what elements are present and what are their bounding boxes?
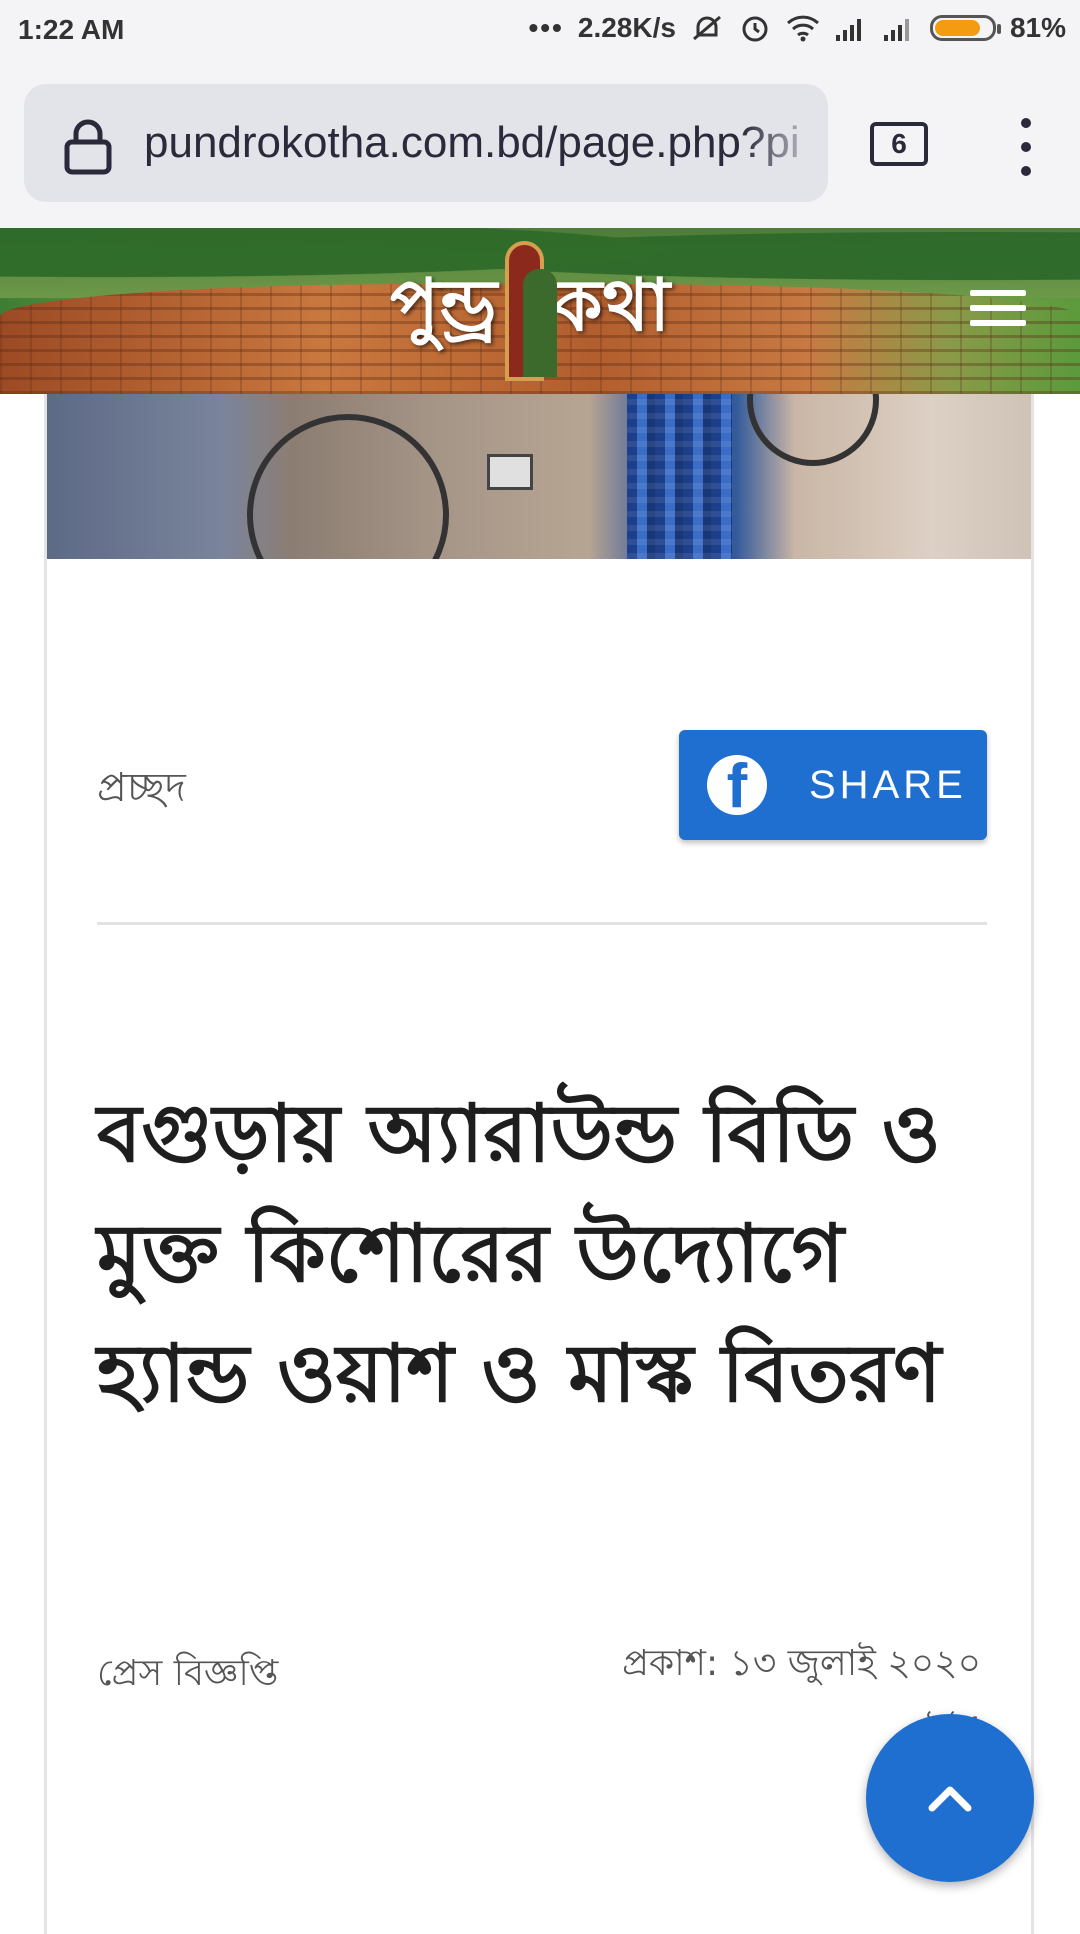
url-text[interactable]: pundrokotha.com.bd/page.php?pi — [144, 118, 824, 168]
status-time: 1:22 AM — [18, 14, 125, 45]
address-bar[interactable]: pundrokotha.com.bd/page.php?pi — [24, 84, 828, 202]
article-headline: বগুড়ায় অ্যারাউন্ড বিডি ও মুক্ত কিশোরের… — [97, 1087, 942, 1420]
dots-icon: ••• — [528, 12, 564, 43]
lock-icon — [64, 119, 112, 175]
mute-vibrate-icon — [692, 15, 721, 41]
status-bar: 1:22 AM ••• 2.28K/s 81% — [0, 0, 1080, 62]
facebook-icon: f — [707, 755, 767, 815]
logo-text-left: পুন্ড্র — [390, 262, 498, 347]
share-label: SHARE — [809, 762, 967, 807]
site-logo[interactable]: পুন্ড্র কথা — [390, 236, 670, 386]
browser-toolbar: pundrokotha.com.bd/page.php?pi 6 — [0, 62, 1080, 228]
article-card: প্রচ্ছদ f SHARE বগুড়ায় অ্যারাউন্ড বিডি… — [44, 394, 1034, 1934]
publish-date-line: প্রকাশ: ১৩ জুলাই ২০২০ — [622, 1643, 981, 1684]
hamburger-menu-icon[interactable] — [970, 290, 1026, 330]
divider — [97, 922, 987, 925]
signal-icon — [835, 19, 861, 41]
battery-fill — [934, 20, 981, 36]
article-hero-image — [47, 394, 1031, 559]
scroll-to-top-button[interactable] — [866, 1714, 1034, 1882]
logo-gate-icon — [505, 241, 558, 381]
network-speed: 2.28K/s — [577, 12, 676, 43]
article-category[interactable]: প্রচ্ছদ — [97, 756, 186, 823]
more-options-icon[interactable] — [1016, 118, 1036, 178]
tab-switcher-button[interactable]: 6 — [870, 122, 928, 166]
chevron-up-icon — [928, 1786, 972, 1812]
site-header-banner: পুন্ড্র কথা — [0, 228, 1080, 394]
status-icons: ••• 2.28K/s 81% — [528, 12, 1066, 44]
article-author: প্রেস বিজ্ঞপ্তি — [97, 1653, 279, 1694]
alarm-icon — [742, 16, 768, 42]
signal-icon — [883, 19, 909, 41]
logo-text-right: কথা — [552, 262, 670, 347]
wifi-icon — [786, 15, 819, 42]
battery-percent: 81% — [1009, 12, 1066, 43]
battery-icon — [929, 15, 1001, 41]
facebook-share-button[interactable]: f SHARE — [679, 730, 987, 840]
